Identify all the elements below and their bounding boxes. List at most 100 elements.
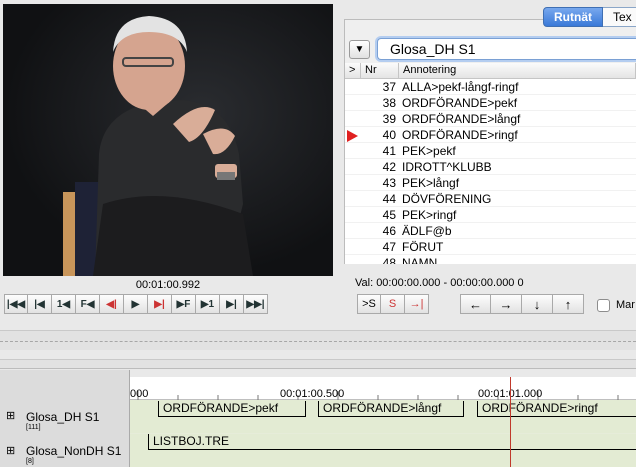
annotation-segment[interactable]: ORDFÖRANDE>ringf	[477, 401, 636, 417]
play-selection-button[interactable]: >S	[357, 294, 381, 314]
grid-row-marker	[345, 143, 361, 158]
grid-row[interactable]: 47 FÖRUT	[345, 239, 636, 255]
annotation-segment[interactable]: ORDFÖRANDE>pekf	[158, 401, 306, 417]
selection-end-button[interactable]: ▶|	[148, 294, 172, 314]
mode-checkbox[interactable]	[597, 299, 610, 312]
tier-track-dh[interactable]: ORDFÖRANDE>pekf ORDFÖRANDE>långf ORDFÖRA…	[130, 400, 636, 433]
grid-header-current[interactable]: >	[345, 63, 361, 78]
viewer-tabs: Rutnät Tex	[543, 7, 636, 27]
grid-row-marker	[345, 79, 361, 94]
grid-row-marker	[345, 127, 361, 142]
tab-text[interactable]: Tex	[603, 7, 636, 27]
grid-header-nr[interactable]: Nr	[361, 63, 399, 78]
mode-checkbox-label: Mar	[616, 299, 635, 311]
timeline-splitter[interactable]	[0, 359, 636, 369]
grid-row[interactable]: 42 IDROTT^KLUBB	[345, 159, 636, 175]
tier-names-column: ⊞ Glosa_DH S1 [111] ⊞ Glosa_NonDH S1 [8]	[0, 370, 130, 467]
expand-icon[interactable]: ⊞	[6, 409, 15, 422]
grid-rows: 37 ALLA>pekf-långf-ringf 38 ORDFÖRANDE>pekf…	[345, 79, 636, 264]
grid-row-marker	[345, 223, 361, 238]
grid-row[interactable]: 48 NAMN	[345, 255, 636, 264]
media-timecode: 00:01:00.992	[135, 279, 201, 291]
go-to-begin-button[interactable]: |◀◀	[4, 294, 28, 314]
tier-name-dh[interactable]: Glosa_DH S1 [111]	[26, 410, 99, 431]
grid-row[interactable]: 40 ORDFÖRANDE>ringf	[345, 127, 636, 143]
playhead-crosshair[interactable]	[510, 400, 511, 467]
next-second-button[interactable]: ▶1	[196, 294, 220, 314]
current-annotation-arrow-icon	[347, 130, 358, 142]
grid-header-annotation[interactable]: Annotering	[399, 63, 636, 78]
tier-select[interactable]: Glosa_DH S1	[377, 38, 636, 60]
grid-row-marker	[345, 159, 361, 174]
grid-row[interactable]: 43 PEK>långf	[345, 175, 636, 191]
expand-icon[interactable]: ⊞	[6, 444, 15, 457]
tier-down-button[interactable]: ↓	[522, 294, 553, 314]
grid-cell-nr: 43	[382, 176, 396, 190]
next-pixel-button[interactable]: ▶F	[172, 294, 196, 314]
time-ruler[interactable]: 000 00:01:00.500 00:01:01.000	[130, 377, 636, 400]
grid-row[interactable]: 41 PEK>pekf	[345, 143, 636, 159]
grid-row[interactable]: 39 ORDFÖRANDE>långf	[345, 111, 636, 127]
grid-cell-nr: 48	[382, 256, 396, 264]
annotation-segment[interactable]: LISTBOJ.TRE	[148, 434, 636, 450]
grid-cell-nr: 45	[382, 208, 396, 222]
previous-pixel-button[interactable]: F◀	[76, 294, 100, 314]
next-annotation-button[interactable]: →	[491, 294, 522, 314]
grid-cell-nr: 40	[382, 128, 396, 142]
grid-cell-nr: 44	[382, 192, 396, 206]
grid-cell-annotation: ÄDLF@b	[402, 224, 452, 238]
grid-cell-annotation: ALLA>pekf-långf-ringf	[402, 80, 519, 94]
waveform-splitter[interactable]	[0, 330, 636, 350]
previous-second-button[interactable]: 1◀	[52, 294, 76, 314]
grid-header: > Nr Annotering	[345, 63, 636, 79]
video-viewer[interactable]	[3, 4, 333, 276]
grid-cell-nr: 41	[382, 144, 396, 158]
grid-cell-nr: 39	[382, 112, 396, 126]
annotation-grid: > Nr Annotering 37 ALLA>pekf-långf-ringf 3…	[345, 63, 636, 264]
grid-row-marker	[345, 255, 361, 264]
annotation-segment[interactable]: ORDFÖRANDE>långf	[318, 401, 464, 417]
ruler-label: 000	[130, 388, 149, 400]
annotation-nav-group: ← → ↓ ↑	[460, 294, 584, 316]
grid-row[interactable]: 37 ALLA>pekf-långf-ringf	[345, 79, 636, 95]
grid-cell-annotation: ORDFÖRANDE>pekf	[402, 96, 518, 110]
go-to-end-button[interactable]: ▶▶|	[244, 294, 268, 314]
grid-row[interactable]: 38 ORDFÖRANDE>pekf	[345, 95, 636, 111]
video-frame-person	[63, 16, 253, 276]
tier-menu-button[interactable]: ▼	[349, 40, 370, 59]
tier-up-button[interactable]: ↑	[553, 294, 584, 314]
clear-selection-button[interactable]: S	[381, 294, 405, 314]
grid-cell-annotation: PEK>långf	[402, 176, 460, 190]
grid-row-marker	[345, 191, 361, 206]
grid-row-marker	[345, 111, 361, 126]
next-frame-button[interactable]: ▶|	[220, 294, 244, 314]
selection-start-button[interactable]: ◀|	[100, 294, 124, 314]
previous-annotation-button[interactable]: ←	[460, 294, 491, 314]
timeline-tracks[interactable]: ORDFÖRANDE>pekf ORDFÖRANDE>långf ORDFÖRA…	[130, 400, 636, 467]
grid-cell-nr: 47	[382, 240, 396, 254]
grid-row[interactable]: 46 ÄDLF@b	[345, 223, 636, 239]
grid-row-marker	[345, 239, 361, 254]
tier-name-nondh[interactable]: Glosa_NonDH S1 [8]	[26, 444, 121, 465]
grid-cell-annotation: NAMN	[402, 256, 438, 264]
tier-track-nondh[interactable]: LISTBOJ.TRE	[130, 434, 636, 467]
grid-cell-nr: 42	[382, 160, 396, 174]
previous-frame-button[interactable]: |◀	[28, 294, 52, 314]
media-control-bar: |◀◀ |◀ 1◀ F◀ ◀| ▶ ▶| ▶F ▶1 ▶| ▶▶|	[4, 294, 268, 316]
grid-cell-annotation: DÖVFÖRENING	[402, 192, 492, 206]
grid-cell-nr: 46	[382, 224, 396, 238]
grid-cell-annotation: PEK>pekf	[402, 144, 456, 158]
grid-row-marker	[345, 175, 361, 190]
ruler-ticks	[137, 391, 619, 400]
grid-cell-annotation: ORDFÖRANDE>ringf	[402, 128, 518, 142]
grid-row[interactable]: 45 PEK>ringf	[345, 207, 636, 223]
grid-cell-nr: 38	[382, 96, 396, 110]
play-button[interactable]: ▶	[124, 294, 148, 314]
grid-cell-annotation: IDROTT^KLUBB	[402, 160, 492, 174]
tab-grid[interactable]: Rutnät	[543, 7, 603, 27]
selection-button-group: >S S →|	[357, 294, 429, 316]
selection-mode-button[interactable]: →|	[405, 294, 429, 314]
grid-row[interactable]: 44 DÖVFÖRENING	[345, 191, 636, 207]
grid-cell-annotation: FÖRUT	[402, 240, 444, 254]
ruler-label: 00:01:00.500	[280, 388, 345, 400]
